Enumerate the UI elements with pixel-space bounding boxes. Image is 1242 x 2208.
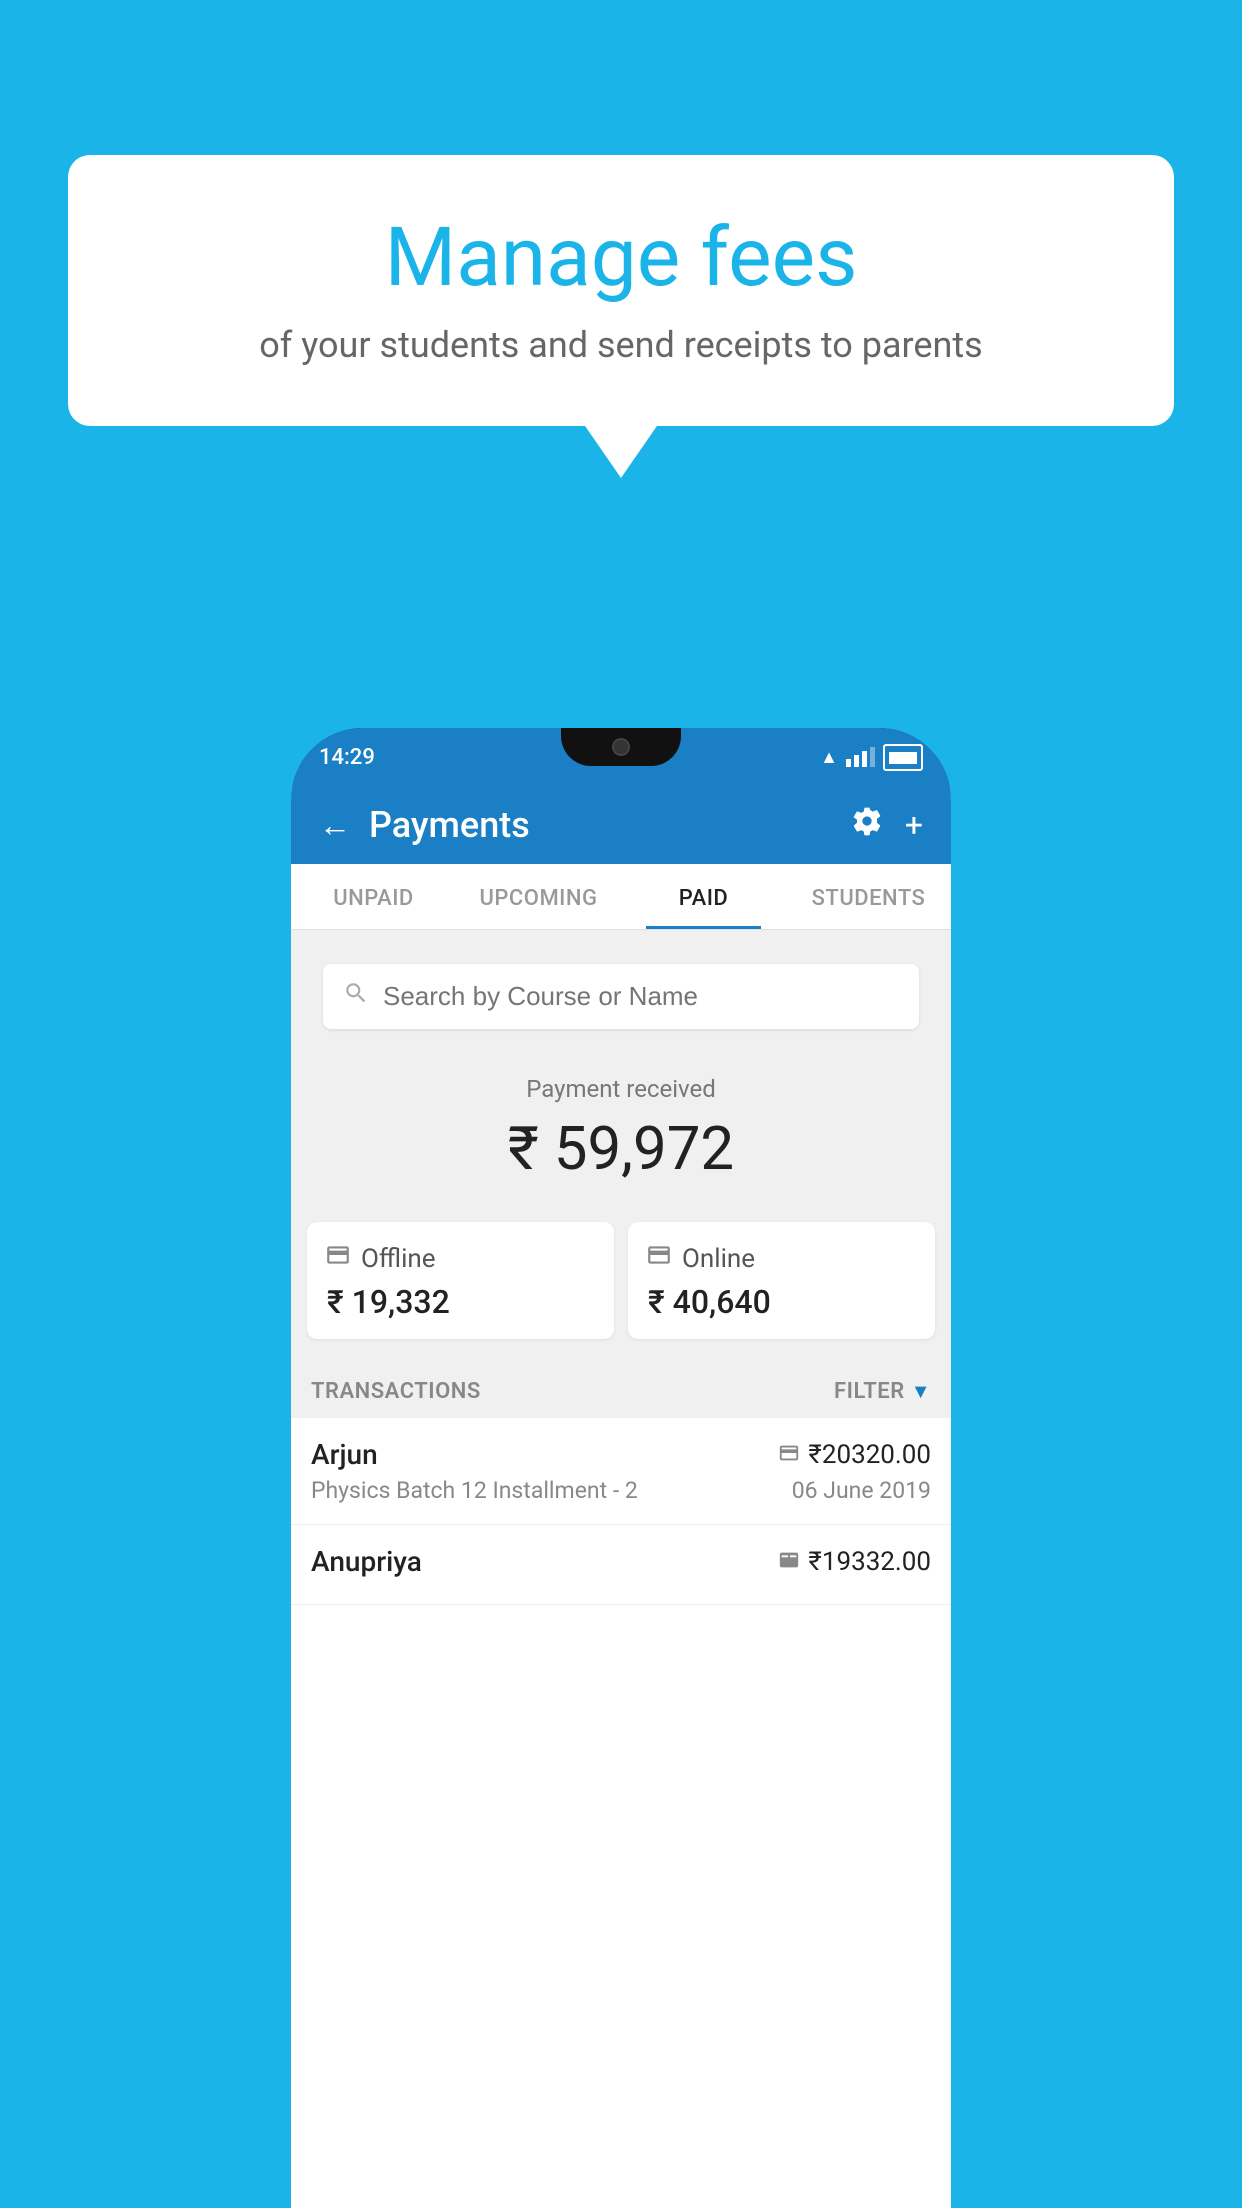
transaction-amount: ₹19332.00 xyxy=(808,1547,931,1577)
filter-text: FILTER xyxy=(834,1379,905,1404)
payment-cards: Offline ₹ 19,332 Online ₹ 40,640 xyxy=(291,1206,951,1359)
online-amount: ₹ 40,640 xyxy=(646,1283,917,1321)
header-title: Payments xyxy=(369,804,530,846)
transaction-name: Anupriya xyxy=(311,1545,422,1578)
transaction-amount-container: ₹20320.00 xyxy=(778,1440,931,1470)
wifi-icon: ▲ xyxy=(820,747,838,768)
app-content: ← Payments + UNPAID UPCOMING PAID STUDEN… xyxy=(291,786,951,2208)
transaction-name: Arjun xyxy=(311,1438,378,1471)
online-card-header: Online xyxy=(646,1242,917,1275)
tab-upcoming[interactable]: UPCOMING xyxy=(456,864,621,929)
notch xyxy=(561,728,681,766)
filter-icon: ▼ xyxy=(911,1379,931,1404)
payment-type-icon xyxy=(778,1549,800,1575)
payment-received-label: Payment received xyxy=(311,1075,931,1103)
speech-bubble: Manage fees of your students and send re… xyxy=(68,155,1174,426)
bubble-title: Manage fees xyxy=(128,210,1114,306)
bubble-subtitle: of your students and send receipts to pa… xyxy=(128,324,1114,366)
offline-label: Offline xyxy=(361,1244,436,1274)
status-icons: ▲ xyxy=(820,744,923,771)
search-bar[interactable] xyxy=(323,964,919,1029)
status-bar: 14:29 ▲ xyxy=(291,728,951,786)
signal-icon xyxy=(846,747,875,767)
header-right: + xyxy=(851,805,923,845)
tab-paid[interactable]: PAID xyxy=(621,864,786,929)
transaction-top-row: Anupriya ₹19332.00 xyxy=(311,1545,931,1578)
search-input[interactable] xyxy=(383,981,899,1012)
transaction-amount-container: ₹19332.00 xyxy=(778,1547,931,1577)
tab-unpaid[interactable]: UNPAID xyxy=(291,864,456,929)
transactions-label: TRANSACTIONS xyxy=(311,1379,481,1404)
transactions-header: TRANSACTIONS FILTER ▼ xyxy=(291,1359,951,1418)
transaction-top-row: Arjun ₹20320.00 xyxy=(311,1438,931,1471)
table-row[interactable]: Anupriya ₹19332.00 xyxy=(291,1525,951,1605)
transactions-list: Arjun ₹20320.00 Physics Batch 12 Install… xyxy=(291,1418,951,2208)
phone-frame: 14:29 ▲ ← Payments xyxy=(291,728,951,2208)
payment-type-icon xyxy=(778,1442,800,1468)
offline-card: Offline ₹ 19,332 xyxy=(307,1222,614,1339)
transaction-date: 06 June 2019 xyxy=(792,1477,931,1504)
battery-icon xyxy=(883,744,923,771)
transaction-bottom-row: Physics Batch 12 Installment - 2 06 June… xyxy=(311,1477,931,1504)
online-icon xyxy=(646,1242,672,1275)
offline-card-header: Offline xyxy=(325,1242,596,1275)
filter-button[interactable]: FILTER ▼ xyxy=(834,1379,931,1404)
app-header: ← Payments + xyxy=(291,786,951,864)
search-icon xyxy=(343,980,369,1013)
header-left: ← Payments xyxy=(319,804,530,846)
transaction-detail: Physics Batch 12 Installment - 2 xyxy=(311,1477,638,1504)
online-card: Online ₹ 40,640 xyxy=(628,1222,935,1339)
transaction-amount: ₹20320.00 xyxy=(808,1440,931,1470)
payment-summary: Payment received ₹ 59,972 xyxy=(291,1047,951,1206)
online-label: Online xyxy=(682,1244,755,1274)
speech-bubble-container: Manage fees of your students and send re… xyxy=(68,155,1174,426)
add-button[interactable]: + xyxy=(905,806,923,844)
payment-total-amount: ₹ 59,972 xyxy=(311,1113,931,1184)
tab-students[interactable]: STUDENTS xyxy=(786,864,951,929)
camera xyxy=(612,738,630,756)
back-button[interactable]: ← xyxy=(319,806,351,844)
settings-icon[interactable] xyxy=(851,805,883,845)
status-time: 14:29 xyxy=(319,745,375,770)
table-row[interactable]: Arjun ₹20320.00 Physics Batch 12 Install… xyxy=(291,1418,951,1525)
offline-amount: ₹ 19,332 xyxy=(325,1283,596,1321)
offline-icon xyxy=(325,1242,351,1275)
tabs-container: UNPAID UPCOMING PAID STUDENTS xyxy=(291,864,951,930)
